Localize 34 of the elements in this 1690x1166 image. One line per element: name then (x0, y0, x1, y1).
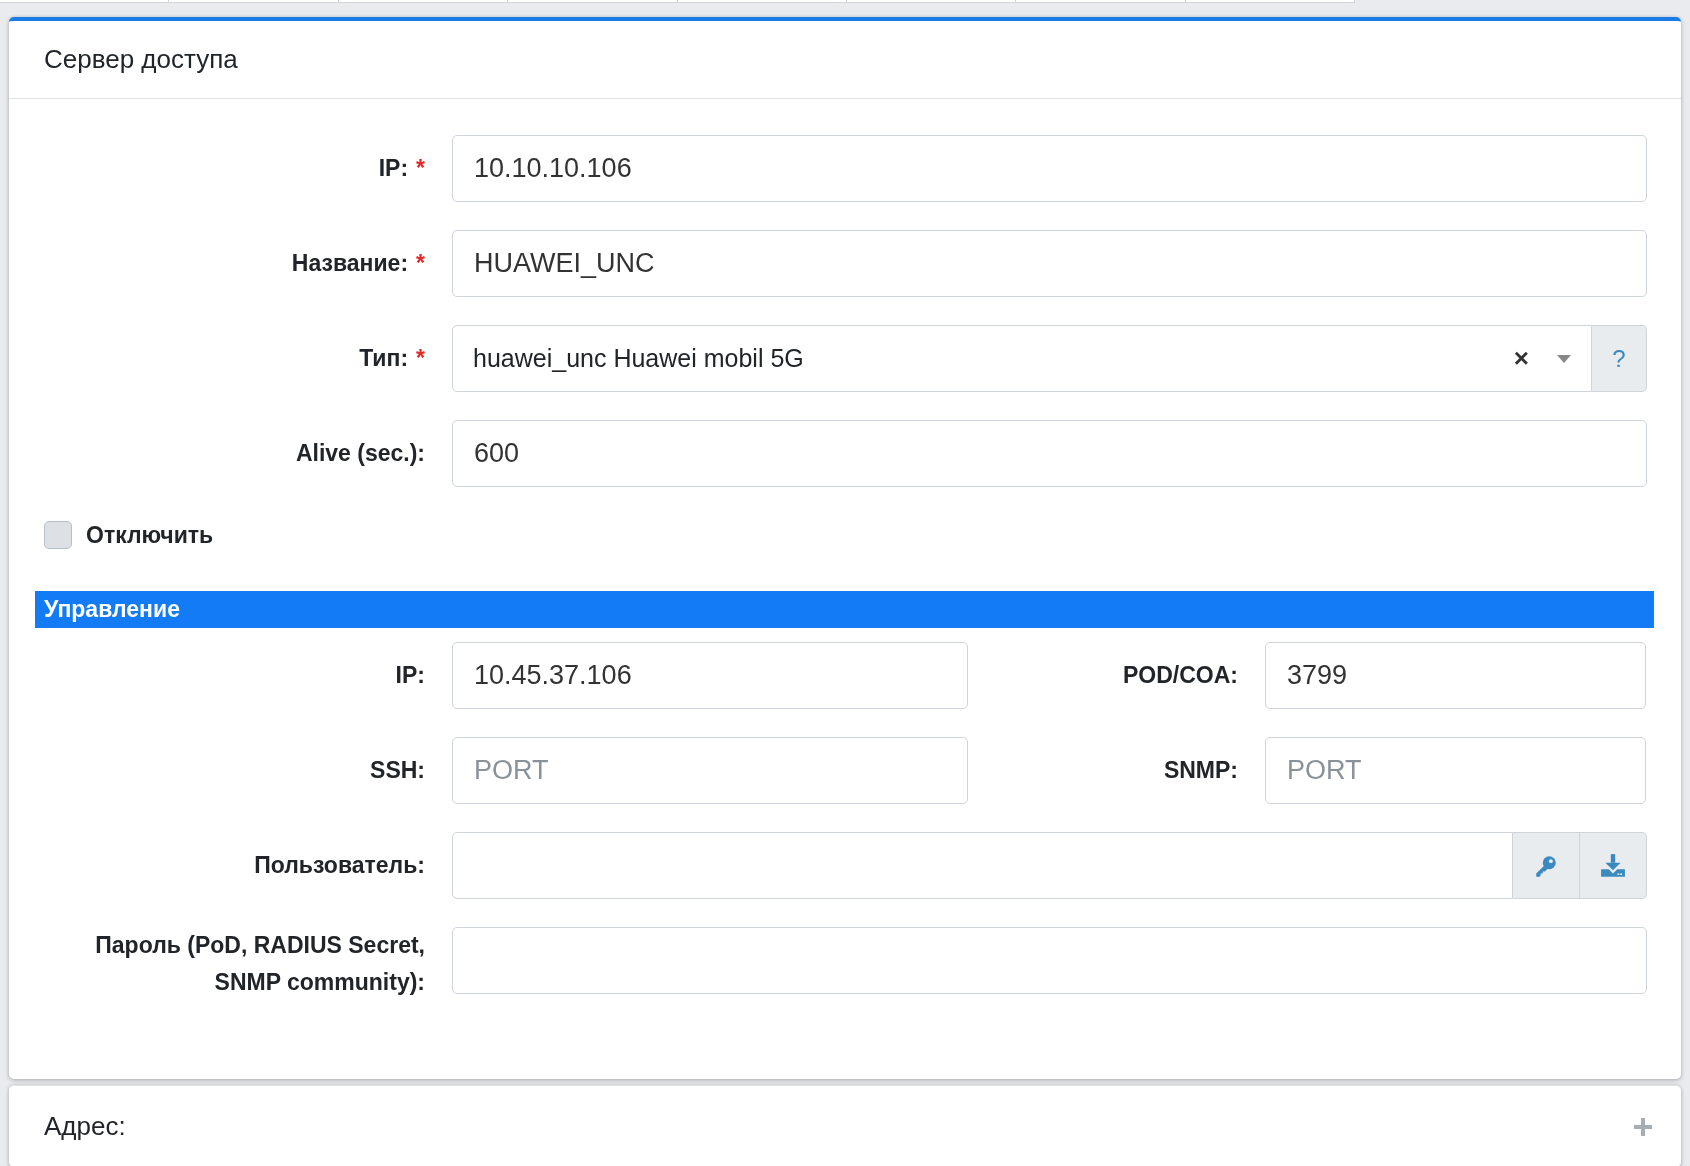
input-field[interactable]: 600 (452, 420, 1647, 487)
plus-icon[interactable] (1632, 1115, 1654, 1138)
field-label: Название: (291, 250, 409, 277)
field-label: Тип: (359, 345, 409, 372)
input-field[interactable] (452, 832, 1513, 899)
password-field[interactable] (452, 927, 1647, 994)
checkbox[interactable] (44, 521, 72, 549)
caret-icon[interactable] (1557, 354, 1571, 363)
input-field[interactable]: PORT (452, 737, 968, 804)
input-field[interactable]: 10.10.10.106 (452, 135, 1647, 202)
field-label: SSH: (370, 757, 425, 784)
card-title: Сервер доступа (44, 44, 238, 75)
section-header: Управление (35, 591, 1654, 628)
clear-icon[interactable]: × (1513, 343, 1529, 374)
required-asterisk: * (416, 155, 425, 182)
download-icon (1600, 852, 1626, 879)
input-field[interactable]: PORT (1265, 737, 1646, 804)
required-asterisk: * (416, 250, 425, 277)
field-label: Пользователь: (254, 852, 425, 879)
field-label: SNMP: (1163, 757, 1238, 784)
input-field[interactable]: HUAWEI_UNC (452, 230, 1647, 297)
input-field[interactable]: 10.45.37.106 (452, 642, 968, 709)
field-label: IP: (378, 155, 409, 182)
card-title: Адрес: (44, 1111, 126, 1142)
required-asterisk: * (416, 345, 425, 372)
field-label: Пароль (PoD, RADIUS Secret, SNMP community): (95, 931, 425, 997)
type-select[interactable]: huawei_unc Huawei mobil 5G × (452, 325, 1592, 392)
input-field[interactable]: 3799 (1265, 642, 1646, 709)
key-button[interactable] (1513, 832, 1580, 899)
download-button[interactable] (1580, 832, 1647, 899)
field-label: POD/COA: (1123, 662, 1238, 689)
checkbox-label: Отключить (86, 521, 214, 549)
field-label: IP: (395, 662, 425, 689)
field-label: Alive (sec.): (295, 440, 425, 467)
